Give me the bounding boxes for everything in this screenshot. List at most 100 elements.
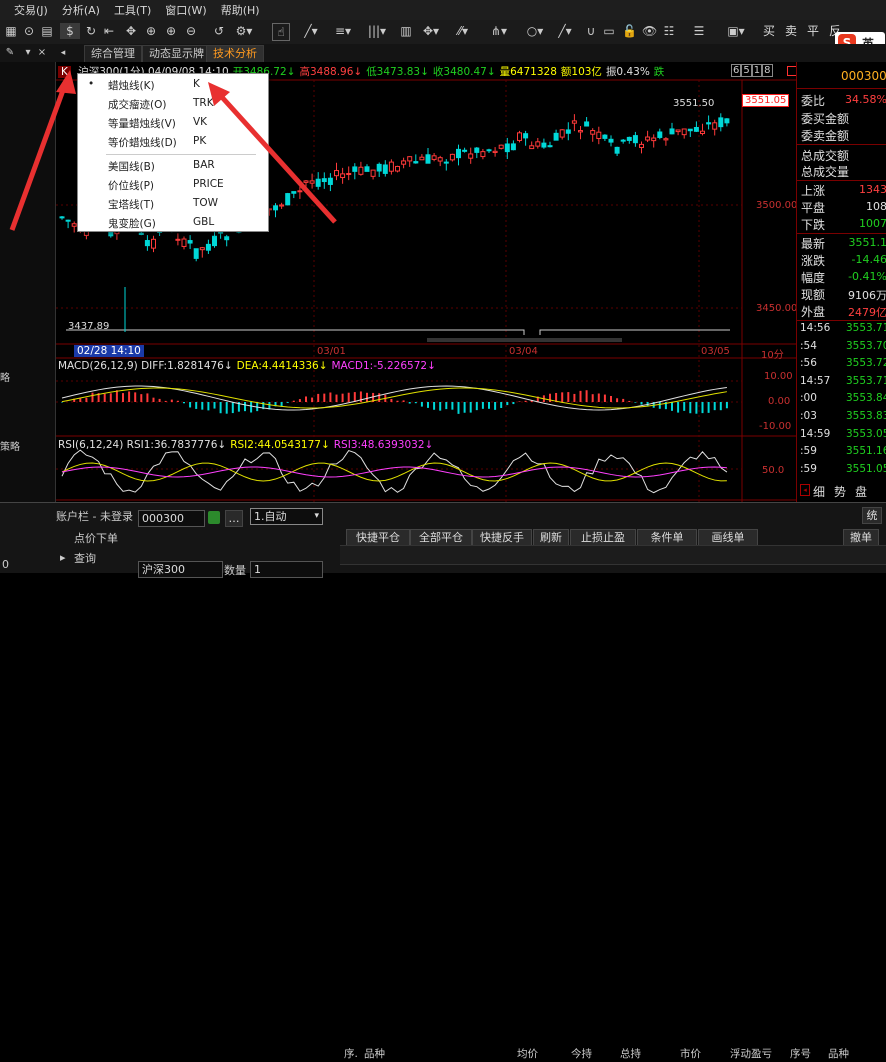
- vline-tool-icon[interactable]: |||▾: [364, 23, 390, 39]
- fork-tool-icon[interactable]: ⋔▾: [486, 23, 512, 39]
- cancel-order-button[interactable]: 撤单: [843, 529, 879, 546]
- refresh-button[interactable]: 刷新: [533, 529, 569, 546]
- buy-button[interactable]: 买: [762, 23, 776, 39]
- polyline-tool-icon[interactable]: ╱▾: [554, 23, 576, 39]
- eye-icon[interactable]: 👁: [642, 23, 656, 39]
- candle-body: [335, 171, 339, 176]
- quick-close-button[interactable]: 快捷平仓: [346, 529, 410, 546]
- menu-item-gbl[interactable]: 鬼变脸(G) GBL: [78, 214, 268, 232]
- quick-reverse-button[interactable]: 快捷反手: [472, 529, 532, 546]
- period-box[interactable]: 5: [741, 64, 751, 77]
- macd-title[interactable]: MACD(26,12,9): [58, 360, 138, 372]
- more-button[interactable]: …: [225, 510, 243, 527]
- move-tool-icon[interactable]: ✥▾: [420, 23, 442, 39]
- menu-trade[interactable]: 交易(J): [14, 2, 48, 18]
- tick-price: 3553.84: [846, 392, 886, 404]
- menu-tools[interactable]: 工具(T): [114, 2, 151, 18]
- redo-icon[interactable]: ↻: [84, 23, 98, 39]
- tick-row: :563553.72: [797, 357, 886, 374]
- close-all-button[interactable]: 全部平仓: [410, 529, 472, 546]
- tab-overview[interactable]: 综合管理: [84, 45, 142, 63]
- quote-field: 振0.43%: [606, 66, 650, 78]
- arrow-icon[interactable]: ↺: [212, 23, 226, 39]
- session-separator: [540, 330, 730, 335]
- candle-body: [603, 135, 607, 138]
- channel-icon[interactable]: ▥: [398, 23, 414, 39]
- line-tool-icon[interactable]: ╱▾: [300, 23, 322, 39]
- menu-item-tower[interactable]: 宝塔线(T) TOW: [78, 195, 268, 213]
- circle-tool-icon[interactable]: ○▾: [522, 23, 548, 39]
- left-panel-item[interactable]: 策略: [0, 438, 20, 453]
- tab-technical-analysis[interactable]: 技术分析: [206, 45, 264, 63]
- period-box[interactable]: 8: [762, 64, 772, 77]
- line-order-button[interactable]: 画线单: [698, 529, 758, 546]
- menu-item-equiprice[interactable]: 等价蜡烛线(D) PK: [78, 133, 268, 151]
- play-icon[interactable]: ⊙: [22, 23, 36, 39]
- move-icon[interactable]: ✥: [124, 23, 138, 39]
- menu-help[interactable]: 帮助(H): [221, 2, 260, 18]
- list-icon[interactable]: ☰: [692, 23, 706, 39]
- candle-body: [396, 166, 400, 171]
- left-panel-item[interactable]: 略: [0, 369, 10, 384]
- menu-window[interactable]: 窗口(W): [165, 2, 206, 18]
- menu-item-bar[interactable]: 美国线(B) BAR: [78, 157, 268, 175]
- template-icon[interactable]: ▣▾: [724, 23, 748, 39]
- period-label[interactable]: 10分: [761, 346, 784, 361]
- chevron-right-icon[interactable]: ▸: [60, 551, 66, 564]
- magnet-icon[interactable]: ∪: [584, 23, 598, 39]
- grid-icon[interactable]: ▦: [4, 23, 18, 39]
- disk-tab[interactable]: 盘: [855, 483, 867, 500]
- hand-icon[interactable]: ☝: [272, 23, 290, 41]
- x-axis-label: 03/01: [317, 346, 346, 357]
- macd-value: MACD1:-5.226572↓: [332, 360, 436, 372]
- menu-item-price-line[interactable]: 价位线(P) PRICE: [78, 176, 268, 194]
- hline-tool-icon[interactable]: ≡▾: [332, 23, 354, 39]
- detail-tab[interactable]: 细: [813, 483, 825, 500]
- pin-icon[interactable]: ✎: [4, 45, 16, 61]
- menu-item-candlestick[interactable]: • 蜡烛线(K) K: [78, 76, 268, 94]
- tab-dynamic-board[interactable]: 动态显示牌: [142, 45, 211, 63]
- zoom-out-icon[interactable]: ⊖: [184, 23, 198, 39]
- annotation-icon[interactable]: ▭: [602, 23, 616, 39]
- candle-body: [145, 241, 149, 246]
- group-icon[interactable]: ☷: [662, 23, 676, 39]
- menu-item-equivolume[interactable]: 等量蜡烛线(V) VK: [78, 114, 268, 132]
- quick-order-label[interactable]: 点价下单: [74, 530, 118, 546]
- fib-tool-icon[interactable]: ⁄⁄▾: [450, 23, 476, 39]
- collapse-button[interactable]: 统: [862, 507, 882, 524]
- document-icon[interactable]: ▤: [40, 23, 54, 39]
- conditional-order-button[interactable]: 条件单: [637, 529, 697, 546]
- query-label[interactable]: 查询: [74, 550, 96, 566]
- candle-body: [609, 139, 613, 142]
- candle-body: [60, 217, 64, 218]
- auto-select[interactable]: 1.自动 ▾: [250, 508, 323, 525]
- sell-button[interactable]: 卖: [784, 23, 798, 39]
- scroll-up-icon[interactable]: ◂: [800, 484, 810, 496]
- code-field[interactable]: 000300: [138, 510, 205, 527]
- properties-icon[interactable]: ⊕: [144, 23, 158, 39]
- chart-type-badge[interactable]: K: [58, 66, 71, 78]
- lock-icon[interactable]: [208, 511, 220, 524]
- close-position-button[interactable]: 平: [806, 23, 820, 39]
- back-icon[interactable]: ⇤: [102, 23, 116, 39]
- lock-icon[interactable]: 🔓: [622, 23, 636, 39]
- period-box[interactable]: 1: [752, 64, 762, 77]
- quantity-field[interactable]: 1: [250, 561, 323, 578]
- candle-body: [66, 220, 70, 221]
- period-box[interactable]: 6: [731, 64, 741, 77]
- zoom-in-icon[interactable]: ⊕: [164, 23, 178, 39]
- trend-tab[interactable]: 势: [834, 483, 846, 500]
- close-icon[interactable]: ×: [36, 45, 48, 61]
- menu-analysis[interactable]: 分析(A): [62, 2, 100, 18]
- scroll-left-icon[interactable]: ◂: [58, 45, 68, 61]
- name-field[interactable]: 沪深300: [138, 561, 223, 578]
- rsi-title[interactable]: RSI(6,12,24): [58, 439, 123, 451]
- chart-type-context-menu: • 蜡烛线(K) K 成交瘤迹(O) TRK 等量蜡烛线(V) VK 等价蜡烛线…: [77, 73, 269, 232]
- low-price-label: 3437.89: [68, 321, 109, 332]
- chevron-down-icon: ▾: [314, 509, 319, 524]
- chevron-down-icon[interactable]: ▾: [22, 45, 34, 61]
- menu-item-trade-trace[interactable]: 成交瘤迹(O) TRK: [78, 95, 268, 113]
- gear-icon[interactable]: ⚙▾: [234, 23, 254, 39]
- dollar-icon[interactable]: $: [60, 23, 80, 39]
- stop-loss-profit-button[interactable]: 止损止盈: [570, 529, 636, 546]
